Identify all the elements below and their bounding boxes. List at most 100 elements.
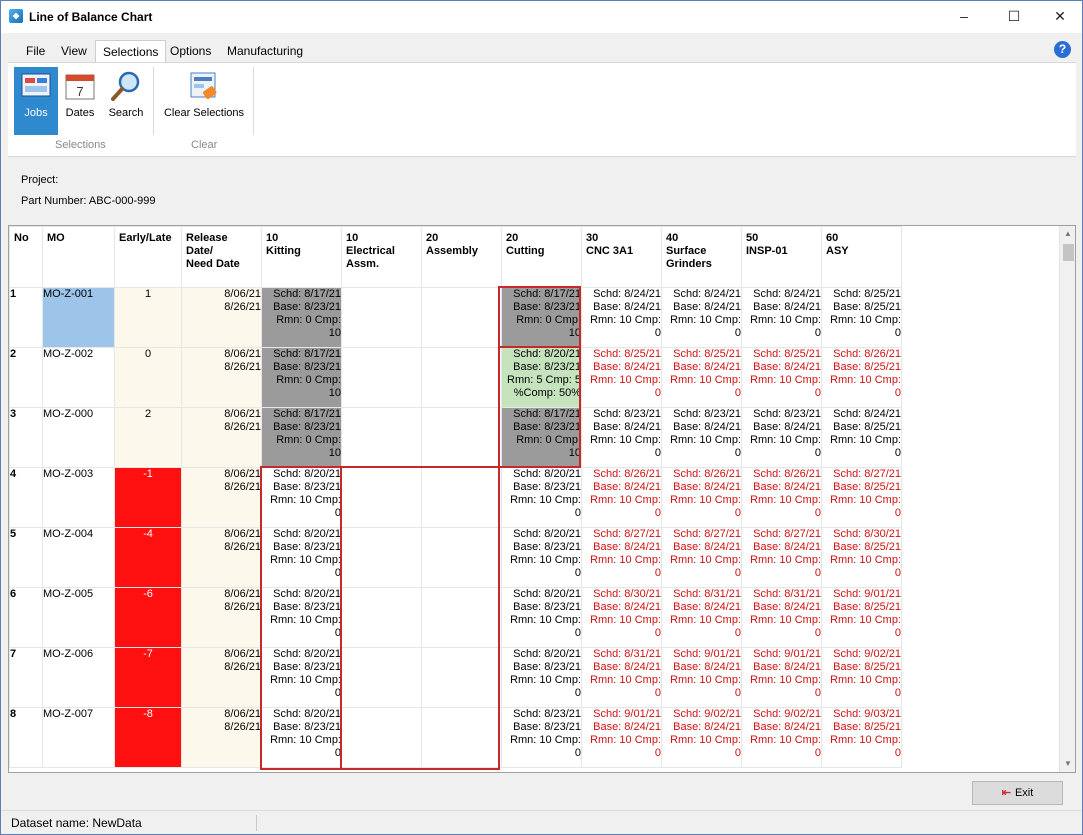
scroll-thumb[interactable] xyxy=(1063,244,1074,261)
operation-cell[interactable] xyxy=(341,287,422,348)
operation-cell[interactable]: Schd: 8/24/21 Base: 8/24/21 Rmn: 10 Cmp:… xyxy=(741,287,822,348)
early-late-cell[interactable]: -6 xyxy=(114,587,182,648)
release-need-date-cell[interactable]: 8/06/21 8/26/21 xyxy=(181,287,262,348)
operation-cell[interactable]: Schd: 8/17/21 Base: 8/23/21 Rmn: 0 Cmp: … xyxy=(261,407,342,468)
header-col-kitting[interactable]: 10 Kitting xyxy=(261,226,342,288)
operation-cell[interactable] xyxy=(341,587,422,648)
operation-cell[interactable]: Schd: 9/01/21 Base: 8/25/21 Rmn: 10 Cmp:… xyxy=(821,587,902,648)
operation-cell[interactable]: Schd: 8/24/21 Base: 8/25/21 Rmn: 10 Cmp:… xyxy=(821,407,902,468)
menu-file[interactable]: File xyxy=(19,40,52,62)
row-number-cell[interactable]: 6 xyxy=(9,587,43,648)
operation-cell[interactable]: Schd: 8/20/21 Base: 8/23/21 Rmn: 10 Cmp:… xyxy=(261,707,342,768)
release-need-date-cell[interactable]: 8/06/21 8/26/21 xyxy=(181,407,262,468)
early-late-cell[interactable]: 1 xyxy=(114,287,182,348)
operation-cell[interactable]: Schd: 8/26/21 Base: 8/24/21 Rmn: 10 Cmp:… xyxy=(661,467,742,528)
minimize-button[interactable]: – xyxy=(941,1,987,32)
early-late-cell[interactable]: 0 xyxy=(114,347,182,408)
release-need-date-cell[interactable]: 8/06/21 8/26/21 xyxy=(181,527,262,588)
row-number-cell[interactable]: 2 xyxy=(9,347,43,408)
operation-cell[interactable]: Schd: 8/26/21 Base: 8/25/21 Rmn: 10 Cmp:… xyxy=(821,347,902,408)
header-col-asy[interactable]: 60 ASY xyxy=(821,226,902,288)
operation-cell[interactable]: Schd: 8/30/21 Base: 8/25/21 Rmn: 10 Cmp:… xyxy=(821,527,902,588)
operation-cell[interactable] xyxy=(341,467,422,528)
operation-cell[interactable]: Schd: 8/31/21 Base: 8/24/21 Rmn: 10 Cmp:… xyxy=(661,587,742,648)
operation-cell[interactable]: Schd: 8/20/21 Base: 8/23/21 Rmn: 10 Cmp:… xyxy=(501,587,582,648)
table-row[interactable]: 1 MO-Z-001 1 8/06/21 8/26/21 Schd: 8/17/21 B… xyxy=(9,287,902,348)
vertical-scrollbar[interactable]: ▲ ▼ xyxy=(1059,226,1075,772)
early-late-cell[interactable]: -8 xyxy=(114,707,182,768)
maximize-button[interactable]: ☐ xyxy=(991,1,1037,32)
mo-cell[interactable]: MO-Z-005 xyxy=(42,587,115,648)
close-button[interactable]: ✕ xyxy=(1037,1,1083,32)
menu-view[interactable]: View xyxy=(54,40,94,62)
operation-cell[interactable]: Schd: 8/27/21 Base: 8/25/21 Rmn: 10 Cmp:… xyxy=(821,467,902,528)
operation-cell[interactable]: Schd: 8/23/21 Base: 8/23/21 Rmn: 10 Cmp:… xyxy=(501,707,582,768)
mo-cell[interactable]: MO-Z-006 xyxy=(42,647,115,708)
table-row[interactable]: 4 MO-Z-003 -1 8/06/21 8/26/21 Schd: 8/20/21 … xyxy=(9,467,902,528)
operation-cell[interactable] xyxy=(341,407,422,468)
early-late-cell[interactable]: 2 xyxy=(114,407,182,468)
header-col-cnc-3a1[interactable]: 30 CNC 3A1 xyxy=(581,226,662,288)
operation-cell[interactable]: Schd: 8/24/21 Base: 8/24/21 Rmn: 10 Cmp:… xyxy=(661,287,742,348)
row-number-cell[interactable]: 5 xyxy=(9,527,43,588)
row-number-cell[interactable]: 8 xyxy=(9,707,43,768)
operation-cell[interactable] xyxy=(341,707,422,768)
table-row[interactable]: 7 MO-Z-006 -7 8/06/21 8/26/21 Schd: 8/20/21 … xyxy=(9,647,902,708)
operation-cell[interactable] xyxy=(421,527,502,588)
operation-cell[interactable]: Schd: 8/26/21 Base: 8/24/21 Rmn: 10 Cmp:… xyxy=(581,467,662,528)
operation-cell[interactable] xyxy=(421,647,502,708)
row-number-cell[interactable]: 1 xyxy=(9,287,43,348)
operation-cell[interactable]: Schd: 8/20/21 Base: 8/23/21 Rmn: 10 Cmp:… xyxy=(501,647,582,708)
row-number-cell[interactable]: 7 xyxy=(9,647,43,708)
operation-cell[interactable]: Schd: 9/01/21 Base: 8/24/21 Rmn: 10 Cmp:… xyxy=(741,647,822,708)
operation-cell[interactable]: Schd: 8/20/21 Base: 8/23/21 Rmn: 10 Cmp:… xyxy=(261,587,342,648)
header-col-release-need-date[interactable]: Release Date/ Need Date xyxy=(181,226,262,288)
operation-cell[interactable] xyxy=(421,707,502,768)
menu-manufacturing[interactable]: Manufacturing xyxy=(220,40,310,62)
operation-cell[interactable]: Schd: 8/17/21 Base: 8/23/21 Rmn: 0 Cmp: … xyxy=(501,287,582,348)
header-col-cutting[interactable]: 20 Cutting xyxy=(501,226,582,288)
release-need-date-cell[interactable]: 8/06/21 8/26/21 xyxy=(181,647,262,708)
mo-cell[interactable]: MO-Z-000 xyxy=(42,407,115,468)
operation-cell[interactable]: Schd: 8/25/21 Base: 8/25/21 Rmn: 10 Cmp:… xyxy=(821,287,902,348)
scroll-down-icon[interactable]: ▼ xyxy=(1060,756,1075,772)
operation-cell[interactable] xyxy=(421,287,502,348)
operation-cell[interactable]: Schd: 8/17/21 Base: 8/23/21 Rmn: 0 Cmp: … xyxy=(501,407,582,468)
table-row[interactable]: 8 MO-Z-007 -8 8/06/21 8/26/21 Schd: 8/20/21 … xyxy=(9,707,902,768)
operation-cell[interactable]: Schd: 8/25/21 Base: 8/24/21 Rmn: 10 Cmp:… xyxy=(581,347,662,408)
clear-selections-button[interactable]: Clear Selections xyxy=(162,67,246,135)
operation-cell[interactable]: Schd: 8/27/21 Base: 8/24/21 Rmn: 10 Cmp:… xyxy=(661,527,742,588)
operation-cell[interactable] xyxy=(341,347,422,408)
mo-cell[interactable]: MO-Z-007 xyxy=(42,707,115,768)
jobs-button[interactable]: Jobs xyxy=(14,67,58,135)
operation-cell[interactable]: Schd: 8/17/21 Base: 8/23/21 Rmn: 0 Cmp: … xyxy=(261,287,342,348)
header-col-no[interactable]: No xyxy=(9,226,43,288)
release-need-date-cell[interactable]: 8/06/21 8/26/21 xyxy=(181,587,262,648)
operation-cell[interactable]: Schd: 8/25/21 Base: 8/24/21 Rmn: 10 Cmp:… xyxy=(661,347,742,408)
table-row[interactable]: 3 MO-Z-000 2 8/06/21 8/26/21 Schd: 8/17/21 B… xyxy=(9,407,902,468)
operation-cell[interactable]: Schd: 8/27/21 Base: 8/24/21 Rmn: 10 Cmp:… xyxy=(581,527,662,588)
operation-cell[interactable]: Schd: 8/24/21 Base: 8/24/21 Rmn: 10 Cmp:… xyxy=(581,287,662,348)
mo-cell[interactable]: MO-Z-002 xyxy=(42,347,115,408)
operation-cell[interactable]: Schd: 8/31/21 Base: 8/24/21 Rmn: 10 Cmp:… xyxy=(741,587,822,648)
menu-selections[interactable]: Selections xyxy=(95,40,167,62)
release-need-date-cell[interactable]: 8/06/21 8/26/21 xyxy=(181,347,262,408)
header-col-insp-01[interactable]: 50 INSP-01 xyxy=(741,226,822,288)
operation-cell[interactable] xyxy=(421,467,502,528)
operation-cell[interactable]: Schd: 9/01/21 Base: 8/24/21 Rmn: 10 Cmp:… xyxy=(581,707,662,768)
operation-cell[interactable] xyxy=(421,587,502,648)
operation-cell[interactable]: Schd: 8/23/21 Base: 8/24/21 Rmn: 10 Cmp:… xyxy=(581,407,662,468)
operation-cell[interactable]: Schd: 8/26/21 Base: 8/24/21 Rmn: 10 Cmp:… xyxy=(741,467,822,528)
operation-cell[interactable] xyxy=(341,647,422,708)
operation-cell[interactable]: Schd: 8/20/21 Base: 8/23/21 Rmn: 5 Cmp: … xyxy=(501,347,582,408)
operation-cell[interactable] xyxy=(341,527,422,588)
row-number-cell[interactable]: 3 xyxy=(9,407,43,468)
operation-cell[interactable]: Schd: 9/02/21 Base: 8/25/21 Rmn: 10 Cmp:… xyxy=(821,647,902,708)
mo-cell[interactable]: MO-Z-001 xyxy=(42,287,115,348)
early-late-cell[interactable]: -7 xyxy=(114,647,182,708)
header-col-surface-grinders[interactable]: 40 Surface Grinders xyxy=(661,226,742,288)
mo-cell[interactable]: MO-Z-003 xyxy=(42,467,115,528)
header-col-mo[interactable]: MO xyxy=(42,226,115,288)
header-col-electrical-assm[interactable]: 10 Electrical Assm. xyxy=(341,226,422,288)
help-icon[interactable]: ? xyxy=(1054,41,1071,58)
